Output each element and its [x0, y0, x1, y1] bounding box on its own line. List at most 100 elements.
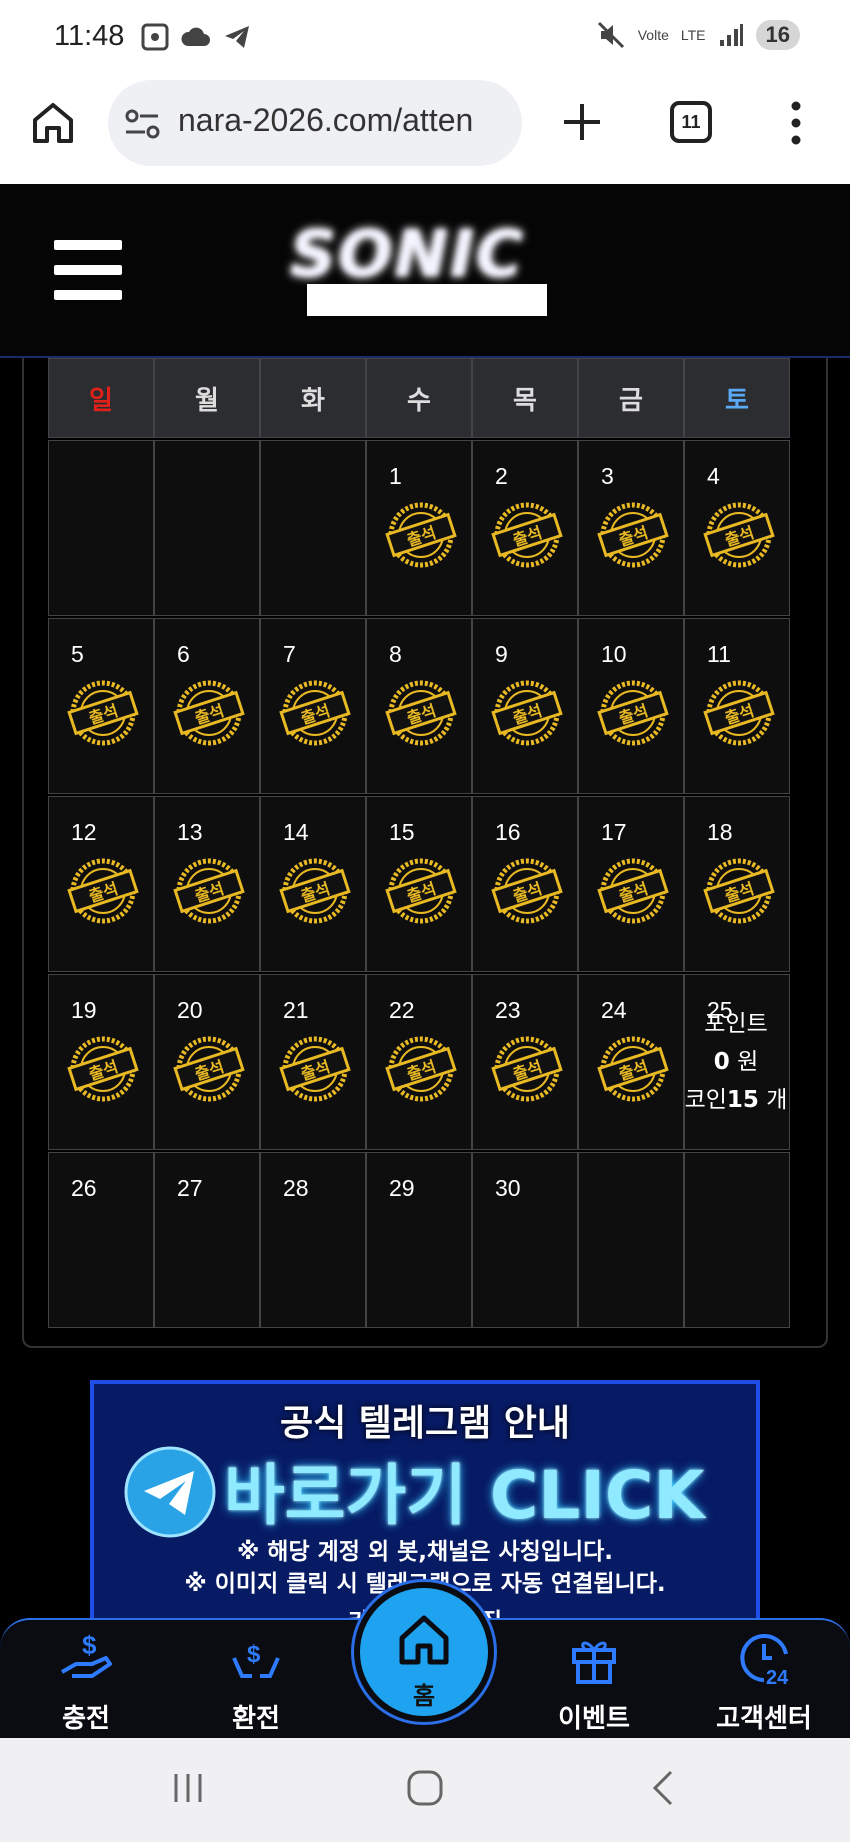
attendance-stamp-icon: 출석 [279, 680, 351, 746]
attendance-stamp-icon: 출석 [491, 1036, 563, 1102]
nav-support[interactable]: 24 고객센터 [704, 1628, 824, 1735]
attendance-stamp-icon: 출석 [67, 680, 139, 746]
calendar-day-cell[interactable]: 29 [366, 1152, 472, 1328]
day-number: 15 [389, 819, 415, 845]
calendar-day-cell[interactable]: 2 출석 [472, 440, 578, 616]
calendar-day-cell[interactable]: 18 출석 [684, 796, 790, 972]
attendance-stamp-icon: 출석 [703, 680, 775, 746]
day-number: 26 [71, 1175, 97, 1201]
points-line: 포인트 [683, 1005, 789, 1043]
calendar-day-cell[interactable]: 20 출석 [154, 974, 260, 1150]
system-home-icon[interactable] [405, 1768, 445, 1808]
banner-cta: 바로가기 CLICK [224, 1457, 705, 1534]
calendar-day-cell[interactable] [154, 440, 260, 616]
new-tab-icon[interactable] [560, 100, 604, 144]
nav-home-label: 홈 [412, 1682, 436, 1710]
attendance-stamp-icon: 출석 [703, 858, 775, 924]
calendar-day-cell[interactable]: 28 [260, 1152, 366, 1328]
day-number: 30 [495, 1175, 521, 1201]
calendar-day-cell[interactable]: 10 출석 [578, 618, 684, 794]
day-number: 17 [601, 819, 627, 845]
coin-value: 15 [726, 1087, 759, 1113]
weekday-fri: 금 [578, 358, 684, 438]
calendar-day-cell[interactable]: 21 출석 [260, 974, 366, 1150]
weekday-header: 일 월 화 수 목 금 토 [48, 358, 830, 438]
day-number: 3 [601, 463, 614, 489]
calendar-day-cell[interactable]: 9 출석 [472, 618, 578, 794]
telegram-status-icon [225, 26, 249, 48]
calendar-weeks: 1 출석 2 출석 3 출석 4 출석 5 출석 6 출석 7 출석 8 출석 9 출석 10 출석 11 출석 12 출석 1… [48, 440, 830, 1328]
status-time: 11:48 [54, 20, 125, 52]
points-value-line: 0 원 [683, 1043, 789, 1081]
browser-toolbar: nara-2026.com/atten 11 [0, 76, 850, 184]
calendar-day-cell[interactable]: 6 출석 [154, 618, 260, 794]
attendance-stamp-icon: 출석 [173, 680, 245, 746]
calendar-day-cell[interactable]: 4 출석 [684, 440, 790, 616]
calendar-day-cell[interactable] [48, 440, 154, 616]
recent-apps-icon[interactable] [168, 1768, 208, 1808]
coin-line: 코인15 개 [683, 1081, 789, 1119]
calendar-day-cell[interactable]: 15 출석 [366, 796, 472, 972]
calendar-day-cell[interactable]: 3 출석 [578, 440, 684, 616]
calendar-day-cell[interactable]: 30 [472, 1152, 578, 1328]
calendar-day-cell[interactable]: 19 출석 [48, 974, 154, 1150]
calendar-week-row: 19 출석 20 출석 21 출석 22 출석 23 출석 24 출석 25 포인트 0 원 코인15 개 [48, 974, 830, 1150]
back-icon[interactable] [645, 1768, 685, 1808]
nav-event-label: 이벤트 [558, 1704, 630, 1734]
calendar-day-cell[interactable]: 8 출석 [366, 618, 472, 794]
day-number: 7 [283, 641, 296, 667]
weekday-tue: 화 [260, 358, 366, 438]
nav-home[interactable]: 홈 [354, 1582, 494, 1722]
calendar-day-cell[interactable]: 12 출석 [48, 796, 154, 972]
calendar-day-cell[interactable]: 26 [48, 1152, 154, 1328]
calendar-day-cell[interactable]: 14 출석 [260, 796, 366, 972]
calendar-day-cell[interactable]: 24 출석 [578, 974, 684, 1150]
weekday-mon: 월 [154, 358, 260, 438]
day-number: 12 [71, 819, 97, 845]
day-number: 27 [177, 1175, 203, 1201]
nav-event[interactable]: 이벤트 [534, 1628, 654, 1735]
day-number: 2 [495, 463, 508, 489]
weekday-wed: 수 [366, 358, 472, 438]
calendar-day-cell[interactable]: 25 포인트 0 원 코인15 개 [684, 974, 790, 1150]
calendar-week-row: 26 27 28 29 30 [48, 1152, 830, 1328]
tab-switcher-button[interactable]: 11 [670, 101, 712, 143]
calendar-grid: 일 월 화 수 목 금 토 1 출석 2 출석 3 출석 4 출석 5 출석 6 출석 7 출석 8 출석 9 출… [48, 358, 830, 1328]
network-label: LTE [680, 27, 706, 43]
day-number: 29 [389, 1175, 415, 1201]
nav-deposit[interactable]: $ 충전 [26, 1628, 146, 1735]
calendar-day-cell[interactable]: 23 출석 [472, 974, 578, 1150]
calendar-day-cell[interactable]: 5 출석 [48, 618, 154, 794]
attendance-stamp-icon: 출석 [385, 1036, 457, 1102]
calendar-day-cell[interactable] [578, 1152, 684, 1328]
calendar-day-cell[interactable]: 27 [154, 1152, 260, 1328]
day-number: 20 [177, 997, 203, 1023]
calendar-day-cell[interactable]: 22 출석 [366, 974, 472, 1150]
banner-title: 공식 텔레그램 안내 [279, 1403, 571, 1444]
address-bar[interactable]: nara-2026.com/atten [108, 80, 522, 166]
site-logo[interactable]: SONIC [290, 218, 570, 292]
volte-label: Volte [637, 27, 669, 43]
day-number: 9 [495, 641, 508, 667]
nav-deposit-label: 충전 [62, 1704, 110, 1734]
calendar-day-cell[interactable]: 16 출석 [472, 796, 578, 972]
url-text: nara-2026.com/atten [178, 102, 474, 138]
calendar-day-cell[interactable]: 7 출석 [260, 618, 366, 794]
site-header: SONIC [0, 184, 850, 358]
more-menu-icon[interactable] [786, 100, 806, 146]
calendar-day-cell[interactable]: 13 출석 [154, 796, 260, 972]
hamburger-menu-icon[interactable] [54, 240, 122, 300]
attendance-stamp-icon: 출석 [597, 502, 669, 568]
browser-home-icon[interactable] [30, 100, 76, 146]
nav-support-label: 고객센터 [716, 1704, 812, 1734]
attendance-stamp-icon: 출석 [597, 1036, 669, 1102]
calendar-day-cell[interactable] [684, 1152, 790, 1328]
attendance-stamp-icon: 출석 [491, 858, 563, 924]
calendar-day-cell[interactable] [260, 440, 366, 616]
calendar-day-cell[interactable]: 17 출석 [578, 796, 684, 972]
attendance-calendar: 일 월 화 수 목 금 토 1 출석 2 출석 3 출석 4 출석 5 출석 6 출석 7 출석 8 출석 9 출… [22, 358, 828, 1348]
calendar-day-cell[interactable]: 11 출석 [684, 618, 790, 794]
calendar-day-cell[interactable]: 1 출석 [366, 440, 472, 616]
nav-exchange[interactable]: $ 환전 [196, 1628, 316, 1735]
site-settings-icon[interactable] [124, 106, 162, 142]
